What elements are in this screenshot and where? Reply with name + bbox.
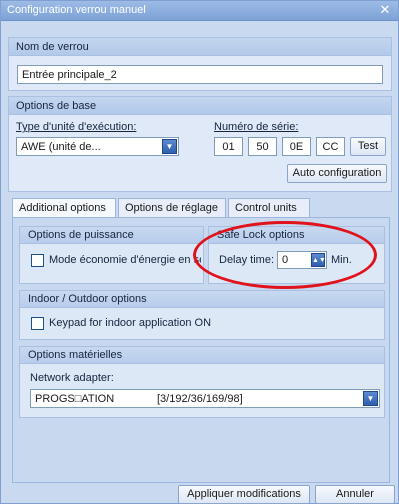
test-button[interactable]: Test [350,137,386,156]
hardware-options-group: Options matérielles Network adapter: PRO… [19,346,385,418]
network-adapter-label: Network adapter: [30,372,114,384]
serial-part-3[interactable]: 0E [282,137,311,156]
hardware-options-header: Options matérielles [20,347,384,364]
lock-name-header: Nom de verrou [9,38,391,56]
delay-time-label: Delay time: [219,254,275,266]
power-options-header: Options de puissance [20,227,203,244]
tab-control-units[interactable]: Control units [228,198,310,218]
network-adapter-select[interactable]: PROGS□ATION [3/192/36/169/98] ▼ [30,389,380,408]
safe-lock-group: Safe Lock options Delay time: 0 ▲▼ Min. [208,226,385,284]
delay-time-spinner[interactable]: 0 ▲▼ [277,251,327,269]
execution-unit-select[interactable]: AWE (unité de... ▼ [16,137,179,156]
tab-options-reglage[interactable]: Options de réglage [118,198,226,218]
close-icon[interactable]: ✕ [378,3,392,17]
serial-part-4[interactable]: CC [316,137,345,156]
indoor-outdoor-header: Indoor / Outdoor options [20,291,384,308]
execution-unit-label: Type d'unité d'exécution: [16,121,137,133]
indoor-outdoor-group: Indoor / Outdoor options Keypad for indo… [19,290,385,340]
lock-name-input[interactable]: Entrée principale_2 [17,65,383,84]
delay-unit-label: Min. [331,254,352,266]
additional-options-panel: Options de puissance Mode économie d'éne… [12,217,390,483]
apply-changes-button[interactable]: Appliquer modifications [178,485,310,504]
chevron-down-icon[interactable]: ▼ [363,391,378,406]
spinner-arrows-icon[interactable]: ▲▼ [311,253,326,267]
serial-part-2[interactable]: 50 [248,137,277,156]
window-title: Configuration verrou manuel [7,4,146,16]
power-saving-label: Mode économie d'énergie en se [49,254,201,266]
network-adapter-address: [3/192/36/169/98] [157,393,243,405]
serial-label: Numéro de série: [214,121,299,133]
cancel-button[interactable]: Annuler [315,485,395,504]
power-saving-checkbox[interactable] [31,254,44,267]
indoor-keypad-label: Keypad for indoor application ON [49,317,212,329]
network-adapter-name: PROGS□ATION [35,393,115,405]
serial-part-1[interactable]: 01 [214,137,243,156]
auto-configuration-button[interactable]: Auto configuration [287,164,387,183]
config-dialog: Configuration verrou manuel ✕ Nom de ver… [0,0,399,504]
basic-options-header: Options de base [9,97,391,115]
chevron-down-icon[interactable]: ▼ [162,139,177,154]
title-bar: Configuration verrou manuel ✕ [1,1,398,21]
indoor-keypad-checkbox[interactable] [31,317,44,330]
safe-lock-header: Safe Lock options [209,227,384,244]
execution-unit-value: AWE (unité de... [21,141,101,153]
power-options-group: Options de puissance Mode économie d'éne… [19,226,204,284]
tab-additional-options[interactable]: Additional options [12,198,116,219]
delay-time-value: 0 [282,254,289,266]
lock-name-group: Nom de verrou Entrée principale_2 [8,37,392,91]
basic-options-group: Options de base Type d'unité d'exécution… [8,96,392,192]
